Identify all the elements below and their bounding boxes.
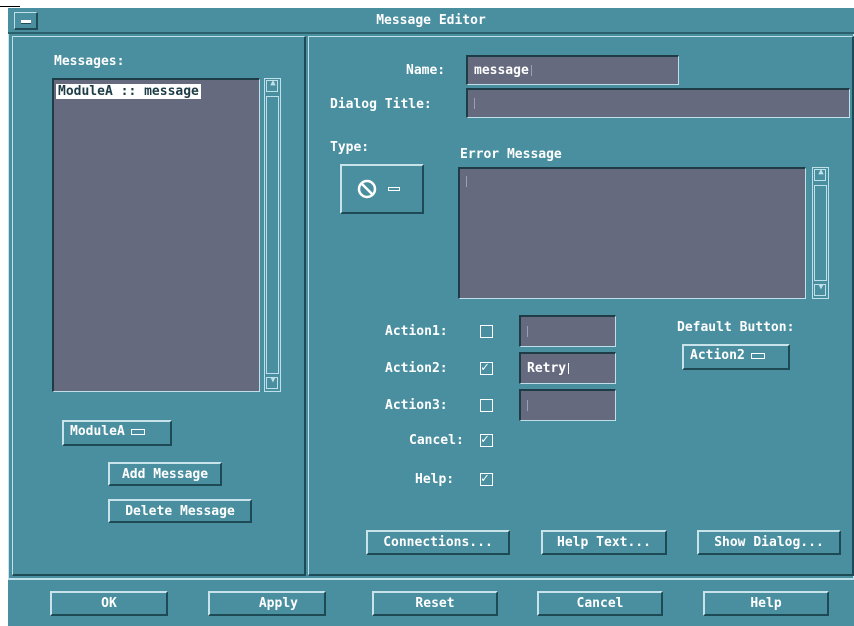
dialog-title-field[interactable] — [466, 88, 850, 118]
type-label: Type: — [330, 140, 370, 155]
messages-list[interactable]: ModuleA :: message — [52, 78, 260, 392]
add-message-button[interactable]: Add Message — [108, 462, 222, 486]
ok-button[interactable]: OK — [50, 591, 168, 616]
scrollbar-trough[interactable] — [266, 96, 279, 374]
help-text-button[interactable]: Help Text... — [541, 530, 667, 555]
window-menu-button[interactable] — [14, 12, 38, 30]
scroll-down-arrow-icon[interactable]: ▼ — [266, 375, 278, 389]
text-cursor-icon — [530, 65, 535, 76]
show-dialog-button[interactable]: Show Dialog... — [697, 530, 841, 555]
type-option-menu[interactable] — [340, 164, 424, 214]
text-cursor-icon — [568, 363, 572, 374]
help-checkbox[interactable] — [480, 471, 493, 486]
messages-scrollbar[interactable]: ▲ ▼ — [264, 78, 281, 392]
default-button-option-menu[interactable]: Action2 — [682, 344, 790, 370]
default-button-label: Default Button: — [677, 320, 795, 335]
desktop-edge-line — [0, 6, 20, 7]
option-menu-indicator-icon — [130, 428, 145, 435]
action3-checkbox[interactable] — [480, 399, 493, 412]
error-message-label: Error Message — [460, 147, 562, 162]
text-cursor-icon — [527, 400, 531, 411]
text-cursor-icon — [527, 326, 531, 337]
cancel-checkbox[interactable] — [480, 432, 493, 447]
action2-checkbox[interactable] — [480, 360, 493, 375]
option-menu-indicator-icon — [750, 352, 765, 359]
action1-field[interactable] — [519, 315, 616, 347]
cancel-label: Cancel: — [409, 433, 464, 448]
delete-message-button[interactable]: Delete Message — [108, 499, 252, 523]
text-cursor-icon — [474, 98, 478, 109]
action2-field[interactable]: Retry — [519, 352, 616, 384]
connections-button[interactable]: Connections... — [366, 530, 510, 555]
scroll-up-arrow-icon[interactable]: ▲ — [266, 78, 278, 92]
scrollbar-trough[interactable] — [814, 185, 827, 281]
name-label: Name: — [406, 63, 446, 78]
help-button[interactable]: Help — [703, 591, 829, 616]
dialog-title-label: Dialog Title: — [330, 97, 432, 112]
scroll-up-arrow-icon[interactable]: ▲ — [814, 167, 826, 181]
window-titlebar[interactable]: Message Editor — [8, 8, 854, 34]
cancel-button[interactable]: Cancel — [537, 591, 663, 616]
list-item[interactable]: ModuleA :: message — [56, 84, 201, 100]
help-label: Help: — [415, 472, 455, 487]
action1-label: Action1: — [385, 324, 448, 339]
apply-button[interactable]: Apply — [208, 591, 326, 616]
window-title: Message Editor — [376, 13, 486, 28]
option-menu-indicator-icon — [388, 187, 400, 191]
action3-label: Action3: — [385, 398, 448, 413]
reset-button[interactable]: Reset — [372, 591, 498, 616]
name-field[interactable]: message — [466, 55, 679, 85]
error-message-scrollbar[interactable]: ▲ ▼ — [812, 167, 829, 299]
scroll-down-arrow-icon[interactable]: ▼ — [814, 282, 826, 296]
action2-label: Action2: — [385, 361, 448, 376]
text-cursor-icon — [466, 176, 470, 187]
action3-field[interactable] — [519, 389, 616, 421]
messages-label: Messages: — [54, 54, 125, 69]
action1-checkbox[interactable] — [480, 325, 493, 338]
no-entry-icon — [357, 179, 377, 199]
error-message-textarea[interactable] — [458, 167, 806, 299]
module-option-menu[interactable]: ModuleA — [62, 420, 172, 446]
